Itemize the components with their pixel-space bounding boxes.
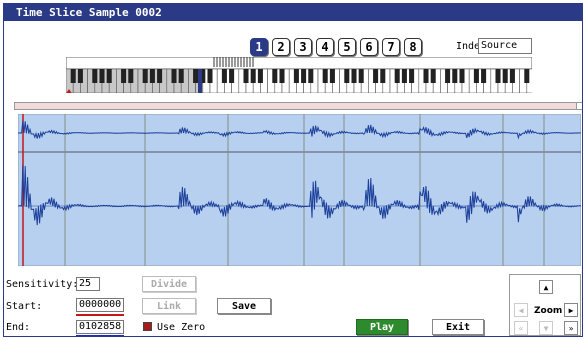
- black-key: [272, 69, 278, 83]
- keyboard-display[interactable]: [65, 56, 535, 102]
- arrow-right-icon[interactable]: ▶: [564, 303, 578, 317]
- arrow-left-icon[interactable]: ◀: [514, 303, 528, 317]
- start-field[interactable]: 0000000: [76, 298, 124, 312]
- black-key: [106, 69, 112, 83]
- dialog-title: Time Slice Sample 0002: [4, 4, 582, 21]
- black-key: [243, 69, 249, 83]
- black-key: [301, 69, 307, 83]
- black-key: [459, 69, 465, 83]
- black-key: [99, 69, 105, 83]
- black-key: [257, 69, 263, 83]
- key-cursor: [198, 69, 202, 93]
- black-key: [401, 69, 407, 83]
- black-key: [409, 69, 415, 83]
- black-key: [128, 69, 134, 83]
- black-key: [279, 69, 285, 83]
- divide-button[interactable]: Divide: [142, 276, 196, 292]
- black-key: [509, 69, 515, 83]
- page-button-4[interactable]: 4: [316, 38, 334, 56]
- black-key: [308, 69, 314, 83]
- black-key: [473, 69, 479, 83]
- black-key: [142, 69, 148, 83]
- black-key: [229, 69, 235, 83]
- page-button-5[interactable]: 5: [338, 38, 356, 56]
- black-key: [445, 69, 451, 83]
- black-key: [373, 69, 379, 83]
- save-button[interactable]: Save: [217, 298, 271, 314]
- black-key: [121, 69, 127, 83]
- black-key: [394, 69, 400, 83]
- keyboard-svg: [65, 56, 535, 102]
- page-button-7[interactable]: 7: [382, 38, 400, 56]
- link-button[interactable]: Link: [142, 298, 196, 314]
- play-button[interactable]: Play: [356, 319, 408, 335]
- end-field[interactable]: 0102858: [76, 320, 124, 334]
- black-key: [351, 69, 357, 83]
- black-key: [430, 69, 436, 83]
- black-key: [358, 69, 364, 83]
- skip-back-icon[interactable]: «: [514, 321, 528, 335]
- scrollbar-thumb[interactable]: [576, 102, 582, 110]
- black-key: [322, 69, 328, 83]
- sensitivity-label: Sensitivity:: [6, 279, 79, 290]
- black-key: [157, 69, 163, 83]
- black-key: [329, 69, 335, 83]
- black-key: [344, 69, 350, 83]
- keyboard-top-strip: [65, 56, 533, 70]
- use-zero-checkbox[interactable]: [143, 322, 152, 331]
- black-key: [178, 69, 184, 83]
- sensitivity-field[interactable]: 25: [76, 277, 100, 291]
- waveform-background: [18, 114, 581, 266]
- end-marker-underline: [76, 335, 124, 336]
- index-field[interactable]: Source: [478, 38, 532, 54]
- exit-button[interactable]: Exit: [432, 319, 484, 335]
- page-button-8[interactable]: 8: [404, 38, 422, 56]
- zoom-panel: ▲ ◀ Zoom ▶ « ▼ »: [509, 274, 581, 336]
- black-key: [423, 69, 429, 83]
- use-zero-label: Use Zero: [157, 322, 206, 333]
- black-key: [171, 69, 177, 83]
- black-key: [495, 69, 501, 83]
- black-key: [452, 69, 458, 83]
- zoom-label: Zoom: [534, 306, 563, 316]
- black-key: [380, 69, 386, 83]
- end-label: End:: [6, 322, 31, 333]
- black-key: [250, 69, 256, 83]
- time-slice-dialog: Time Slice Sample 0002 1 2 3 4 5 6 7 8 I…: [3, 3, 583, 337]
- black-key: [193, 69, 199, 83]
- page-selector: 1 2 3 4 5 6 7 8: [250, 38, 422, 56]
- black-key: [207, 69, 213, 83]
- start-label: Start:: [6, 301, 43, 312]
- black-key: [293, 69, 299, 83]
- black-key: [481, 69, 487, 83]
- page-button-2[interactable]: 2: [272, 38, 290, 56]
- black-key: [77, 69, 83, 83]
- waveform-display[interactable]: [18, 114, 581, 266]
- scrollbar[interactable]: [14, 102, 582, 110]
- black-key: [70, 69, 76, 83]
- black-key: [502, 69, 508, 83]
- black-key: [221, 69, 227, 83]
- black-key: [524, 69, 530, 83]
- start-marker-underline: [76, 314, 124, 316]
- page-button-6[interactable]: 6: [360, 38, 378, 56]
- page-button-1[interactable]: 1: [250, 38, 268, 56]
- black-key: [149, 69, 155, 83]
- skip-forward-icon[interactable]: »: [564, 321, 578, 335]
- arrow-down-icon[interactable]: ▼: [539, 321, 553, 335]
- black-key: [92, 69, 98, 83]
- page-button-3[interactable]: 3: [294, 38, 312, 56]
- arrow-up-icon[interactable]: ▲: [539, 280, 553, 294]
